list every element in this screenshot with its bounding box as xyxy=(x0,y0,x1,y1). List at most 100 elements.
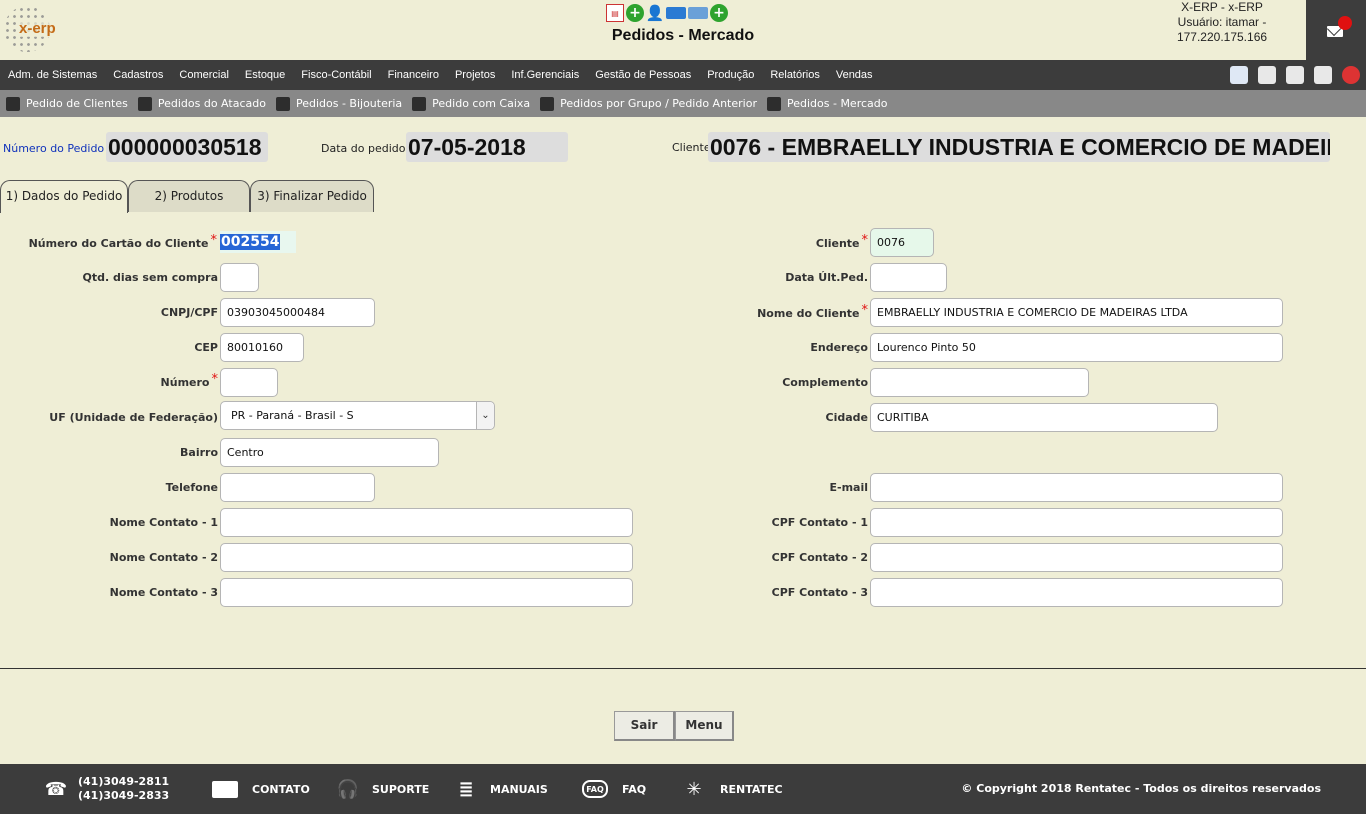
submenu-pedidos-grupo[interactable]: Pedidos por Grupo / Pedido Anterior xyxy=(534,96,761,111)
menu-financeiro[interactable]: Financeiro xyxy=(380,69,447,81)
ip-address: 177.220.175.166 xyxy=(1176,30,1268,44)
nome-cliente-input[interactable]: EMBRAELLY INDUSTRIA E COMERCIO DE MADEIR… xyxy=(870,298,1283,327)
menu-relatorios[interactable]: Relatórios xyxy=(762,69,828,81)
days-without-purchase-input[interactable] xyxy=(220,263,259,292)
footer-suporte-label: SUPORTE xyxy=(372,782,430,796)
cnpj-label: CNPJ/CPF xyxy=(160,306,218,319)
envelope-icon xyxy=(212,780,238,798)
add-icon[interactable]: + xyxy=(626,4,644,22)
cash-register-icon xyxy=(412,96,427,111)
cpf2-input[interactable] xyxy=(870,543,1283,572)
submenu-pedidos-atacado[interactable]: Pedidos do Atacado xyxy=(132,96,270,111)
order-date-label: Data do pedido* xyxy=(321,138,414,155)
submenu-pedidos-mercado[interactable]: Pedidos - Mercado xyxy=(761,96,892,111)
card-number-input[interactable]: 002554 xyxy=(220,231,296,253)
help-icon[interactable] xyxy=(1314,66,1332,84)
menu-inf-gerenciais[interactable]: Inf.Gerenciais xyxy=(503,69,587,81)
menu-icons xyxy=(1230,66,1360,84)
cpf3-input[interactable] xyxy=(870,578,1283,607)
menu-estoque[interactable]: Estoque xyxy=(237,69,293,81)
tab-finalizar-pedido[interactable]: 3) Finalizar Pedido xyxy=(250,180,374,212)
order-number-label: Número do Pedido* xyxy=(3,138,113,155)
telefone-label: Telefone xyxy=(165,481,218,494)
cart-icon xyxy=(540,96,555,111)
email-label: E-mail xyxy=(829,481,868,494)
phone-1: (41)3049-2811 xyxy=(78,775,170,788)
telefone-input[interactable] xyxy=(220,473,375,502)
rentatec-logo-icon: ✳ xyxy=(686,778,702,800)
tab-produtos[interactable]: 2) Produtos xyxy=(128,180,250,212)
cpf1-input[interactable] xyxy=(870,508,1283,537)
menu-gestao-pessoas[interactable]: Gestão de Pessoas xyxy=(587,69,699,81)
document-icon xyxy=(6,96,20,111)
bairro-label: Bairro xyxy=(180,446,218,459)
cliente-input[interactable]: 0076 xyxy=(870,228,934,257)
numero-input[interactable] xyxy=(220,368,278,397)
cep-label: CEP xyxy=(194,341,218,354)
user-name: Usuário: itamar - xyxy=(1177,15,1267,29)
footer-suporte[interactable]: 🎧 SUPORTE xyxy=(336,776,429,802)
cnpj-input[interactable]: 03903045000484 xyxy=(220,298,375,327)
numero-label: Número * xyxy=(160,372,218,389)
home-icon[interactable] xyxy=(1230,66,1248,84)
menu-fisco-contabil[interactable]: Fisco-Contábil xyxy=(293,69,379,81)
contato1-label: Nome Contato - 1 xyxy=(109,516,218,529)
cart-icon xyxy=(275,96,290,111)
contato3-input[interactable] xyxy=(220,578,633,607)
header: x-erp ▤ + 👤 + Pedidos - Mercado X-ERP - … xyxy=(0,0,1366,60)
document-icon[interactable] xyxy=(1258,66,1276,84)
email-input[interactable] xyxy=(870,473,1283,502)
menu-comercial[interactable]: Comercial xyxy=(171,69,237,81)
endereco-input[interactable]: Lourenco Pinto 50 xyxy=(870,333,1283,362)
contato2-input[interactable] xyxy=(220,543,633,572)
card-number-label: Número do Cartão do Cliente * xyxy=(28,233,217,250)
user-info: X-ERP - x-ERP Usuário: itamar - 177.220.… xyxy=(1140,0,1304,45)
ultped-label: Data Últ.Ped. xyxy=(785,271,868,284)
cards-icon[interactable] xyxy=(666,7,686,19)
footer-contato-label: CONTATO xyxy=(252,782,310,796)
footer: ☎ (41)3049-2811 (41)3049-2833 CONTATO 🎧 … xyxy=(0,764,1366,814)
users-icon[interactable]: 👤 xyxy=(646,4,665,22)
main-menu: Adm. de Sistemas Cadastros Comercial Est… xyxy=(0,60,1366,90)
menu-projetos[interactable]: Projetos xyxy=(447,69,503,81)
uf-select[interactable]: PR - Paraná - Brasil - S ⌄ xyxy=(220,401,495,430)
footer-manuais[interactable]: ≣ MANUAIS xyxy=(454,776,547,802)
footer-rentatec[interactable]: ✳ RENTATEC xyxy=(682,776,783,802)
order-date-value: 07-05-2018 xyxy=(406,132,568,162)
bairro-input[interactable]: Centro xyxy=(220,438,439,467)
books-icon: ≣ xyxy=(458,778,474,800)
footer-faq[interactable]: FAQ FAQ xyxy=(582,776,646,802)
contato1-input[interactable] xyxy=(220,508,633,537)
complemento-label: Complemento xyxy=(782,376,868,389)
system-name: X-ERP - x-ERP xyxy=(1181,0,1263,14)
ultped-input[interactable] xyxy=(870,263,947,292)
power-icon[interactable] xyxy=(1342,66,1360,84)
menu-producao[interactable]: Produção xyxy=(699,69,762,81)
add-icon[interactable]: + xyxy=(710,4,728,22)
menu-adm-sistemas[interactable]: Adm. de Sistemas xyxy=(0,69,105,81)
headset-icon: 🎧 xyxy=(336,778,360,800)
notes-icon[interactable] xyxy=(1286,66,1304,84)
chevron-down-icon[interactable]: ⌄ xyxy=(476,402,494,429)
cpf2-label: CPF Contato - 2 xyxy=(771,551,868,564)
submenu-pedido-clientes[interactable]: Pedido de Clientes xyxy=(0,96,132,111)
submenu-pedido-caixa[interactable]: Pedido com Caixa xyxy=(406,96,534,111)
footer-contato[interactable]: CONTATO xyxy=(212,776,310,802)
sub-menu: Pedido de Clientes Pedidos do Atacado Pe… xyxy=(0,90,1366,117)
order-client-label: Cliente xyxy=(672,141,711,154)
complemento-input[interactable] xyxy=(870,368,1089,397)
sair-button[interactable]: Sair xyxy=(614,711,675,741)
cep-input[interactable]: 80010160 xyxy=(220,333,304,362)
messages-button[interactable] xyxy=(1306,0,1366,60)
cpf1-label: CPF Contato - 1 xyxy=(771,516,868,529)
submenu-pedidos-bijouteria[interactable]: Pedidos - Bijouteria xyxy=(270,96,406,111)
menu-vendas[interactable]: Vendas xyxy=(828,69,881,81)
menu-cadastros[interactable]: Cadastros xyxy=(105,69,171,81)
pdf-icon[interactable]: ▤ xyxy=(606,4,624,22)
cidade-input[interactable]: CURITIBA xyxy=(870,403,1218,432)
tab-dados-pedido[interactable]: 1) Dados do Pedido xyxy=(0,180,128,213)
copyright: © Copyright 2018 Rentatec - Todos os dir… xyxy=(961,782,1321,795)
footer-rentatec-label: RENTATEC xyxy=(720,782,783,796)
menu-button[interactable]: Menu xyxy=(675,711,734,741)
card-icon[interactable] xyxy=(688,7,708,19)
